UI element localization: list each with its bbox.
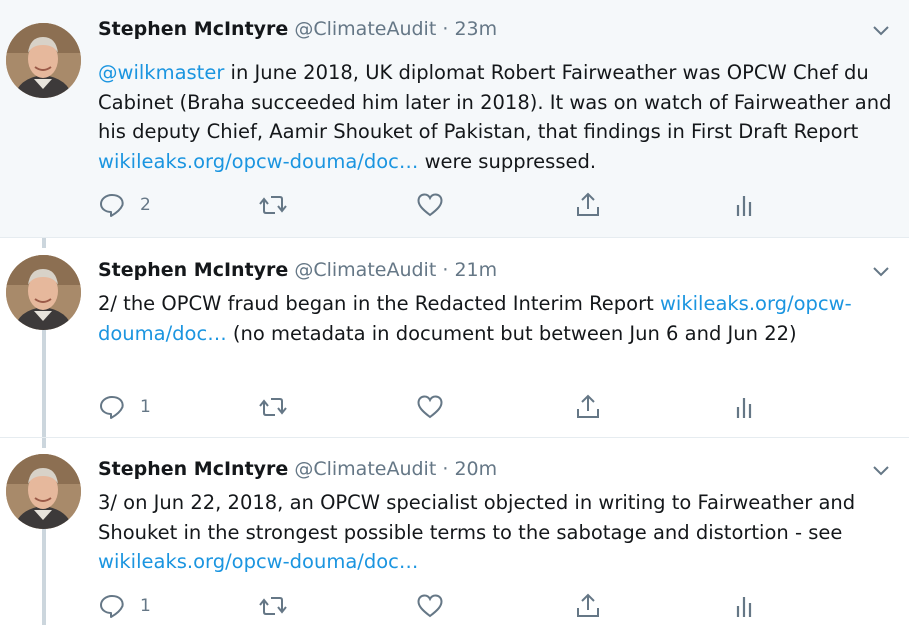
analytics-button[interactable] bbox=[734, 191, 758, 219]
like-button[interactable] bbox=[416, 191, 444, 219]
chevron-down-icon[interactable] bbox=[871, 462, 891, 478]
retweet-button[interactable] bbox=[258, 592, 288, 620]
analytics-icon bbox=[734, 592, 758, 620]
heart-icon bbox=[416, 191, 444, 219]
tweet-time[interactable]: 20m bbox=[454, 458, 497, 480]
analytics-button[interactable] bbox=[734, 592, 758, 620]
reply-icon bbox=[98, 393, 126, 421]
tweet-actions: 1 bbox=[98, 393, 798, 427]
tweet-header: Stephen McIntyre @ClimateAudit · 21m bbox=[98, 259, 497, 281]
author-name[interactable]: Stephen McIntyre bbox=[98, 259, 288, 281]
tweet-link[interactable]: wikileaks.org/opcw-douma/doc… bbox=[98, 150, 418, 173]
author-handle[interactable]: @ClimateAudit bbox=[294, 458, 436, 480]
separator: · bbox=[442, 18, 449, 40]
author-name[interactable]: Stephen McIntyre bbox=[98, 458, 288, 480]
avatar[interactable] bbox=[6, 255, 81, 330]
share-button[interactable] bbox=[574, 592, 602, 620]
reply-count: 2 bbox=[140, 195, 151, 215]
share-button[interactable] bbox=[574, 393, 602, 421]
share-icon bbox=[574, 393, 602, 421]
tweet[interactable]: Stephen McIntyre @ClimateAudit · 21m 2/ … bbox=[0, 237, 909, 438]
analytics-button[interactable] bbox=[734, 393, 758, 421]
reply-icon bbox=[98, 592, 126, 620]
chevron-down-icon[interactable] bbox=[871, 22, 891, 38]
tweet-thread: Stephen McIntyre @ClimateAudit · 23m @wi… bbox=[0, 0, 909, 625]
tweet-text-part: 3/ on Jun 22, 2018, an OPCW specialist o… bbox=[98, 491, 856, 544]
like-button[interactable] bbox=[416, 592, 444, 620]
retweet-icon bbox=[258, 191, 288, 219]
reply-count: 1 bbox=[140, 397, 151, 417]
tweet-text: 2/ the OPCW fraud began in the Redacted … bbox=[98, 289, 898, 348]
tweet[interactable]: Stephen McIntyre @ClimateAudit · 20m 3/ … bbox=[0, 437, 909, 626]
tweet-text-part: (no metadata in document but between Jun… bbox=[226, 321, 797, 345]
heart-icon bbox=[416, 393, 444, 421]
tweet[interactable]: Stephen McIntyre @ClimateAudit · 23m @wi… bbox=[0, 0, 909, 237]
reply-button[interactable]: 1 bbox=[98, 592, 151, 620]
tweet-header: Stephen McIntyre @ClimateAudit · 23m bbox=[98, 18, 497, 40]
share-button[interactable] bbox=[574, 191, 602, 219]
share-icon bbox=[574, 191, 602, 219]
tweet-text: 3/ on Jun 22, 2018, an OPCW specialist o… bbox=[98, 488, 898, 577]
retweet-button[interactable] bbox=[258, 191, 288, 219]
separator: · bbox=[442, 458, 449, 480]
avatar[interactable] bbox=[6, 454, 81, 529]
retweet-icon bbox=[258, 393, 288, 421]
retweet-button[interactable] bbox=[258, 393, 288, 421]
tweet-actions: 2 bbox=[98, 191, 798, 225]
reply-button[interactable]: 2 bbox=[98, 191, 151, 219]
tweet-time[interactable]: 21m bbox=[454, 259, 497, 281]
tweet-text-part: 2/ the OPCW fraud began in the Redacted … bbox=[98, 292, 660, 315]
reply-count: 1 bbox=[140, 596, 151, 616]
tweet-text-part: were suppressed. bbox=[418, 149, 597, 173]
tweet-time[interactable]: 23m bbox=[454, 18, 497, 40]
retweet-icon bbox=[258, 592, 288, 620]
like-button[interactable] bbox=[416, 393, 444, 421]
chevron-down-icon[interactable] bbox=[871, 263, 891, 279]
share-icon bbox=[574, 592, 602, 620]
tweet-link[interactable]: wikileaks.org/opcw-douma/doc… bbox=[98, 550, 418, 573]
tweet-header: Stephen McIntyre @ClimateAudit · 20m bbox=[98, 458, 497, 480]
author-handle[interactable]: @ClimateAudit bbox=[294, 18, 436, 40]
tweet-actions: 1 bbox=[98, 592, 798, 626]
heart-icon bbox=[416, 592, 444, 620]
separator: · bbox=[442, 259, 449, 281]
reply-button[interactable]: 1 bbox=[98, 393, 151, 421]
tweet-text: @wilkmaster in June 2018, UK diplomat Ro… bbox=[98, 58, 898, 176]
author-name[interactable]: Stephen McIntyre bbox=[98, 18, 288, 40]
reply-icon bbox=[98, 191, 126, 219]
analytics-icon bbox=[734, 393, 758, 421]
analytics-icon bbox=[734, 191, 758, 219]
mention-link[interactable]: @wilkmaster bbox=[98, 61, 224, 84]
avatar[interactable] bbox=[6, 23, 81, 98]
author-handle[interactable]: @ClimateAudit bbox=[294, 259, 436, 281]
